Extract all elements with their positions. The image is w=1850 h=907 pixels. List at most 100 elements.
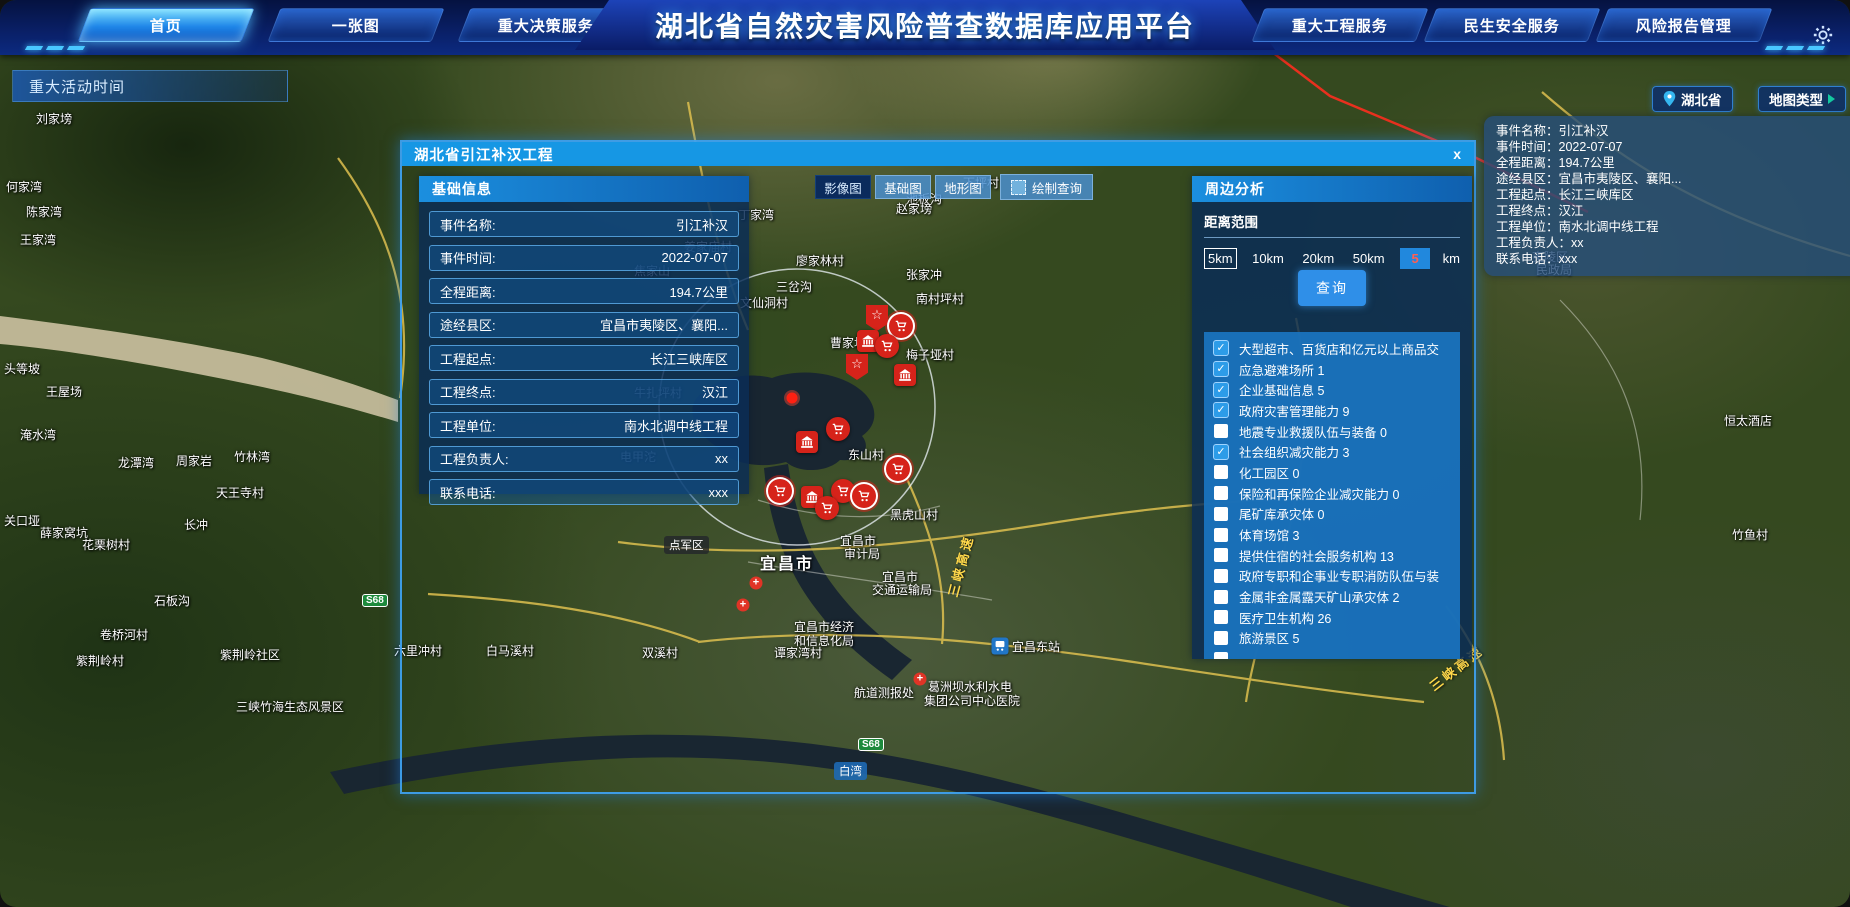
map-type-button[interactable]: 地图类型 [1758,86,1846,112]
nav-tab-left[interactable]: 首页 [77,8,254,42]
checklist-row[interactable] [1214,648,1460,659]
checkbox[interactable] [1214,652,1228,659]
checklist-label: 化工园区 0 [1239,463,1299,482]
modal-header: 湖北省引江补汉工程 x [402,142,1474,166]
basic-info-field-row: 工程终点:汉江 [429,379,739,405]
query-button[interactable]: 查询 [1298,270,1366,306]
checkbox[interactable] [1214,507,1228,521]
checklist-label: 地震专业救援队伍与装备 0 [1239,422,1387,441]
checkbox[interactable] [1214,424,1228,438]
checkbox[interactable]: ✓ [1214,383,1228,397]
field-label: 事件名称: [440,215,496,234]
checkbox[interactable] [1214,569,1228,583]
field-label: 事件时间: [440,248,496,267]
location-pin-icon [1663,91,1676,107]
checklist-label: 尾矿库承灾体 0 [1239,504,1324,523]
checklist-row[interactable]: 旅游景区 5 [1214,628,1460,649]
checklist-row[interactable]: ✓企业基础信息 5 [1214,379,1460,400]
checklist-row[interactable]: 金属非金属露天矿山承灾体 2 [1214,586,1460,607]
draw-query-label: 绘制查询 [1032,178,1082,197]
major-activity-time-bar[interactable]: 重大活动时间 [12,70,288,102]
info-line: 途经县区：宜昌市夷陵区、襄阳... [1496,171,1850,187]
checklist-row[interactable]: 体育场馆 3 [1214,524,1460,545]
checklist-row[interactable]: 政府专职和企事业专职消防队伍与装 [1214,566,1460,587]
nav-tab-left[interactable]: 一张图 [267,8,444,42]
info-line-value: xxx [1559,252,1578,266]
checklist-row[interactable]: 保险和再保险企业减灾能力 0 [1214,483,1460,504]
field-value: xx [715,451,728,466]
checkbox[interactable] [1214,528,1228,542]
checkbox[interactable]: ✓ [1214,445,1228,459]
checkbox[interactable] [1214,486,1228,500]
map-place-label: 关口垭 [4,512,40,529]
checklist-row[interactable]: 尾矿库承灾体 0 [1214,504,1460,525]
field-label: 工程负责人: [440,449,509,468]
checklist-label: 旅游景区 5 [1239,628,1299,647]
checklist-row[interactable]: ✓ 社会组织减灾能力 3 [1214,441,1460,462]
checkbox[interactable] [1214,590,1228,604]
checklist-label: 医疗卫生机构 26 [1239,608,1331,627]
checklist-row[interactable]: ✓政府灾害管理能力 9 [1214,400,1460,421]
field-label: 工程终点: [440,382,496,401]
screen: 刘家塝何家湾陈家湾王家湾头等坡王屋场淹水湾龙潭湾周家岩竹林湾天王寺村关口垭薛家窝… [0,0,1850,907]
range-unit-label: km [1443,251,1460,266]
info-line: 工程起点：长江三峡库区 [1496,187,1850,203]
range-custom-input[interactable] [1400,248,1430,269]
info-line-value: 长江三峡库区 [1559,188,1634,202]
checkbox[interactable] [1214,548,1228,562]
info-line-value: 汉江 [1559,204,1584,218]
checklist-label: 应急避难场所 1 [1239,360,1324,379]
map-place-label: 头等坡 [4,360,40,377]
map-place-label: 紫荆岭村 [76,652,124,669]
checkbox[interactable] [1214,465,1228,479]
range-option[interactable]: 50km [1350,249,1388,268]
checklist-row[interactable]: 提供住宿的社会服务机构 13 [1214,545,1460,566]
range-option[interactable]: 20km [1299,249,1337,268]
field-value: 引江补汉 [676,215,728,234]
analysis-header: 周边分析 [1192,176,1472,202]
info-line-label: 联系电话： [1496,252,1559,266]
layer-button[interactable]: 地形图 [935,175,991,199]
region-button[interactable]: 湖北省 [1652,86,1733,112]
layer-button[interactable]: 影像图 [815,175,871,199]
map-place-label: 花栗树村 [82,536,130,553]
range-option[interactable]: 10km [1249,249,1287,268]
info-line-value: 2022-07-07 [1559,140,1623,154]
info-line-label: 工程终点： [1496,204,1559,218]
app-title: 湖北省自然灾害风险普查数据库应用平台 [655,5,1195,45]
range-options: 5km 10km 20km 50km km [1204,248,1460,269]
basic-info-field-row: 全程距离:194.7公里 [429,278,739,304]
map-place-label: 紫荆岭社区 [220,646,280,663]
navbar-decor-left [26,46,84,50]
map-place-label: 何家湾 [6,178,42,195]
nav-tab-right[interactable]: 重大工程服务 [1251,8,1428,42]
draw-query-button[interactable]: 绘制查询 [1000,174,1093,200]
nav-tab-right[interactable]: 民生安全服务 [1423,8,1600,42]
checklist-row[interactable]: ✓大型超市、百货店和亿元以上商品交 [1214,338,1460,359]
settings-gear-icon[interactable] [1812,24,1834,46]
checkbox[interactable]: ✓ [1214,341,1228,355]
checkbox[interactable]: ✓ [1214,403,1228,417]
field-label: 途经县区: [440,315,496,334]
layer-button[interactable]: 基础图 [875,175,931,199]
info-line-value: 194.7公里 [1559,156,1615,170]
range-option[interactable]: 5km [1204,248,1237,269]
checkbox[interactable] [1214,610,1228,624]
checkbox[interactable]: ✓ [1214,362,1228,376]
map-type-button-label: 地图类型 [1769,89,1823,109]
nav-tab-right[interactable]: 风险报告管理 [1595,8,1772,42]
nav-tab-label: 重大工程服务 [1292,15,1388,36]
region-button-label: 湖北省 [1681,89,1722,109]
basic-info-field-row: 工程单位:南水北调中线工程 [429,412,739,438]
checklist-row[interactable]: 化工园区 0 [1214,462,1460,483]
checklist-label: 社会组织减灾能力 3 [1239,442,1349,461]
basic-info-panel: 基础信息 事件名称:引江补汉事件时间:2022-07-07全程距离:194.7公… [419,176,749,494]
close-icon[interactable]: x [1453,144,1462,164]
checklist-label: 体育场馆 3 [1239,525,1299,544]
checklist-row[interactable]: 医疗卫生机构 26 [1214,607,1460,628]
checklist-row[interactable]: 地震专业救援队伍与装备 0 [1214,421,1460,442]
checkbox[interactable] [1214,631,1228,645]
map-place-label: 石板沟 [154,592,190,609]
checklist-row[interactable]: ✓ 应急避难场所 1 [1214,359,1460,380]
map-place-label: 竹鱼村 [1732,526,1768,543]
